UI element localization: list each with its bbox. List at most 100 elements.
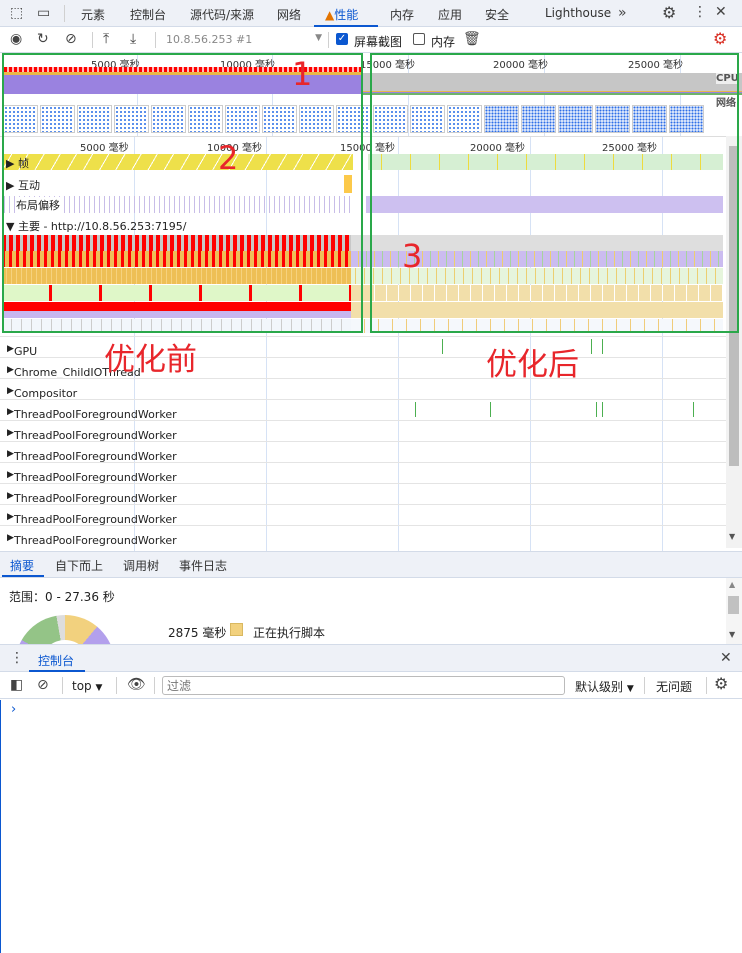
tab-performance[interactable]: ▲性能 [325, 6, 358, 23]
divider [92, 32, 93, 48]
reload-record-icon[interactable]: ↻ [37, 32, 49, 46]
screenshots-checkbox[interactable]: ✓ [336, 33, 348, 45]
issues-button[interactable]: 无问题 [656, 678, 692, 695]
drawer-menu-icon[interactable]: ⋮ [10, 651, 24, 665]
thread-label-wrap: ▶ ThreadPoolForegroundWorker [7, 488, 177, 505]
donut-ring [15, 615, 115, 644]
more-options-icon[interactable]: ⋮ [693, 5, 707, 19]
expand-arrow-icon: ▶ [7, 365, 14, 375]
console-toolbar: ◧ ⊘ top ▼ 👁 默认级别 ▼ 无问题 ⚙ [0, 672, 742, 699]
tab-event-log[interactable]: 事件日志 [179, 557, 227, 574]
clear-console-icon[interactable]: ⊘ [37, 678, 49, 692]
sidebar-toggle-icon[interactable]: ◧ [10, 678, 23, 692]
tab-lighthouse[interactable]: Lighthouse [545, 6, 611, 20]
upload-icon[interactable]: ⤒ [103, 32, 109, 46]
thread-event-mark [591, 339, 592, 354]
log-level-select[interactable]: 默认级别 ▼ [575, 678, 634, 695]
record-icon[interactable]: ◉ [10, 32, 22, 46]
drawer-tab-console[interactable]: 控制台 [38, 652, 74, 669]
tab-summary[interactable]: 摘要 [10, 557, 34, 574]
expand-arrow-icon: ▶ [7, 407, 14, 417]
tab-performance-label: 性能 [334, 8, 359, 22]
summary-scrollbar[interactable]: ▲ ▼ [726, 578, 742, 644]
recording-select[interactable]: 10.8.56.253 #1 ▼ [166, 33, 322, 46]
divider [644, 677, 645, 694]
thread-track[interactable]: ▶ ThreadPoolForegroundWorker [0, 420, 726, 442]
thread-event-mark [596, 402, 597, 417]
scripting-time: 2875 毫秒 [168, 626, 227, 640]
expand-arrow-icon: ▶ [7, 386, 14, 396]
more-tabs-icon[interactable]: » [618, 6, 627, 20]
thread-track[interactable]: ▶ ThreadPoolForegroundWorker [0, 462, 726, 484]
thread-label-wrap: ▶ ThreadPoolForegroundWorker [7, 530, 177, 547]
console-input-area[interactable] [0, 700, 1, 953]
annotation-1: 1 [292, 55, 313, 93]
thread-event-mark [602, 339, 603, 354]
thread-event-mark [490, 402, 491, 417]
thread-label-wrap: ▶ ThreadPoolForegroundWorker [7, 404, 177, 421]
thread-label-wrap: ▶ GPU [7, 341, 37, 358]
trash-icon[interactable]: 🗑 [463, 32, 481, 46]
close-drawer-icon[interactable]: ✕ [720, 651, 732, 665]
tab-console[interactable]: 控制台 [130, 6, 166, 23]
thread-track[interactable]: ▶ ThreadPoolForegroundWorker [0, 504, 726, 526]
annotation-after: 优化后 [486, 347, 579, 383]
divider [116, 677, 117, 694]
close-icon[interactable]: ✕ [715, 5, 727, 19]
console-settings-gear-icon[interactable]: ⚙ [714, 676, 728, 692]
thread-track[interactable]: ▶ Compositor [0, 378, 726, 400]
capture-settings-gear-icon[interactable]: ⚙ [713, 31, 727, 47]
tab-bottom-up[interactable]: 自下而上 [55, 557, 103, 574]
thread-label-wrap: ▶ ThreadPoolForegroundWorker [7, 446, 177, 463]
expand-arrow-icon: ▶ [7, 449, 14, 459]
summary-range: 范围：0 - 27.36 秒 [9, 590, 115, 604]
divider [155, 32, 156, 48]
thread-track[interactable]: ▶ ThreadPoolForegroundWorker [0, 483, 726, 505]
highlight-box-after [370, 53, 739, 333]
warning-icon: ▲ [325, 8, 335, 22]
context-select[interactable]: top ▼ [72, 679, 102, 693]
recording-select-value: 10.8.56.253 #1 [166, 33, 253, 46]
inspect-element-icon[interactable]: ⬚ [10, 6, 23, 20]
expand-arrow-icon: ▶ [7, 428, 14, 438]
scripting-label: 正在执行脚本 [253, 626, 326, 640]
thread-label-wrap: ▶ ThreadPoolForegroundWorker [7, 509, 177, 526]
memory-checkbox[interactable] [413, 33, 425, 45]
active-tab-indicator [2, 575, 44, 577]
highlight-box-before [2, 53, 363, 333]
tab-call-tree[interactable]: 调用树 [123, 557, 159, 574]
summary-donut-chart [15, 615, 115, 644]
console-filter-input[interactable] [162, 676, 565, 695]
thread-label-wrap: ▶ ThreadPoolForegroundWorker [7, 467, 177, 484]
tab-memory[interactable]: 内存 [390, 6, 414, 23]
live-expression-eye-icon[interactable]: 👁 [127, 677, 146, 692]
clear-icon[interactable]: ⊘ [65, 32, 77, 46]
thread-track[interactable]: ▶ ThreadPoolForegroundWorker [0, 441, 726, 463]
tab-elements[interactable]: 元素 [81, 6, 105, 23]
console-prompt[interactable]: › [11, 702, 16, 717]
expand-arrow-icon: ▶ [7, 470, 14, 480]
tab-application[interactable]: 应用 [438, 6, 462, 23]
settings-gear-icon[interactable]: ⚙ [662, 5, 676, 21]
tab-security[interactable]: 安全 [485, 6, 509, 23]
log-level-value: 默认级别 [575, 680, 624, 694]
tab-network[interactable]: 网络 [277, 6, 301, 23]
chevron-down-icon: ▼ [95, 683, 103, 693]
divider [154, 677, 155, 694]
context-value: top [72, 679, 92, 693]
divider [328, 32, 329, 48]
thread-label-wrap: ▶ Chrome_ChildIOThread [7, 362, 141, 379]
expand-arrow-icon: ▶ [7, 344, 14, 354]
screenshots-label: 屏幕截图 [354, 35, 403, 49]
tab-sources[interactable]: 源代码/来源 [190, 6, 254, 23]
thread-event-mark [602, 402, 603, 417]
divider [64, 5, 65, 22]
device-toolbar-icon[interactable]: ▭ [37, 6, 50, 20]
thread-track[interactable]: ▶ ThreadPoolForegroundWorker [0, 525, 726, 547]
thread-track[interactable]: ▶ ThreadPoolForegroundWorker [0, 399, 726, 421]
thread-label-wrap: ▶ ThreadPoolForegroundWorker [7, 425, 177, 442]
expand-arrow-icon: ▶ [7, 512, 14, 522]
download-icon[interactable]: ⤓ [130, 32, 136, 46]
chevron-down-icon: ▼ [315, 33, 322, 43]
scroll-down-icon[interactable]: ▼ [729, 532, 735, 541]
